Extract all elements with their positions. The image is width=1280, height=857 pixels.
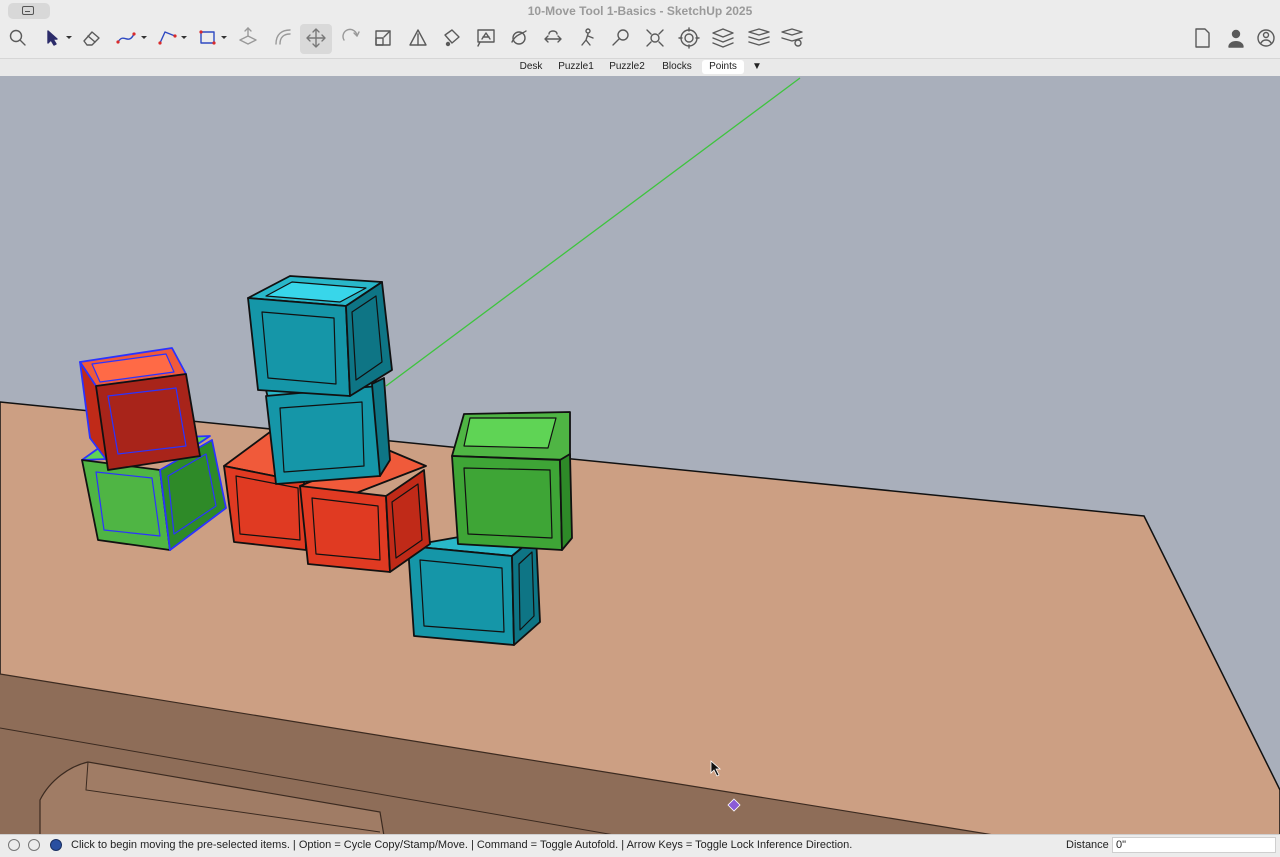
freehand-icon[interactable]	[116, 32, 147, 44]
tab-puzzle2[interactable]: Puzzle2	[604, 60, 650, 74]
scene-menu-button[interactable]: ▼	[748, 60, 766, 74]
paint-bucket-icon[interactable]	[444, 29, 460, 47]
main-toolbar	[0, 22, 1280, 58]
tab-blocks[interactable]: Blocks	[656, 60, 698, 74]
credits-icon[interactable]	[28, 839, 40, 851]
components-icon[interactable]	[678, 27, 700, 49]
offset-icon[interactable]	[275, 29, 291, 45]
text-tool-icon[interactable]	[477, 29, 495, 47]
walk-icon[interactable]	[581, 28, 594, 46]
pan-icon[interactable]	[544, 30, 562, 43]
scene-tabs: Desk Puzzle1 Puzzle2 Blocks Points ▼	[0, 58, 1280, 77]
tab-desk[interactable]: Desk	[512, 60, 550, 74]
distance-label: Distance	[1066, 839, 1109, 851]
rotate-tool-icon[interactable]	[342, 28, 360, 41]
status-bar: Click to begin moving the pre-selected i…	[0, 834, 1280, 857]
tab-puzzle1[interactable]: Puzzle1	[554, 60, 598, 74]
help-icon[interactable]	[50, 839, 62, 851]
document-icon[interactable]	[1195, 28, 1210, 48]
line-tool-icon[interactable]	[158, 31, 187, 45]
model-viewport[interactable]	[0, 76, 1280, 837]
title-bar: 10-Move Tool 1-Basics - SketchUp 2025	[0, 0, 1280, 22]
push-pull-icon[interactable]	[239, 27, 257, 45]
cyan-block-top-stack	[247, 275, 393, 397]
select-tool-icon[interactable]	[47, 30, 72, 46]
geo-location-icon[interactable]	[8, 839, 20, 851]
zoom-extents-icon[interactable]	[646, 29, 664, 47]
green-block-right	[451, 411, 573, 551]
tape-measure-icon[interactable]	[409, 29, 427, 46]
scenes-icon[interactable]	[781, 28, 803, 47]
search-icon[interactable]	[9, 29, 26, 46]
styles-icon[interactable]	[712, 28, 734, 48]
user-icon[interactable]	[1228, 29, 1244, 48]
orbit-icon[interactable]	[511, 30, 527, 45]
scale-tool-icon[interactable]	[375, 30, 391, 46]
tab-points[interactable]: Points	[702, 60, 744, 74]
distance-input[interactable]: 0"	[1112, 837, 1276, 853]
layers-icon[interactable]	[748, 28, 770, 46]
eraser-icon[interactable]	[83, 31, 100, 46]
window-title: 10-Move Tool 1-Basics - SketchUp 2025	[527, 4, 753, 18]
status-message: Click to begin moving the pre-selected i…	[71, 839, 853, 851]
zoom-icon[interactable]	[612, 29, 629, 46]
account-icon[interactable]	[1257, 29, 1275, 47]
rectangle-tool-icon[interactable]	[199, 30, 227, 45]
